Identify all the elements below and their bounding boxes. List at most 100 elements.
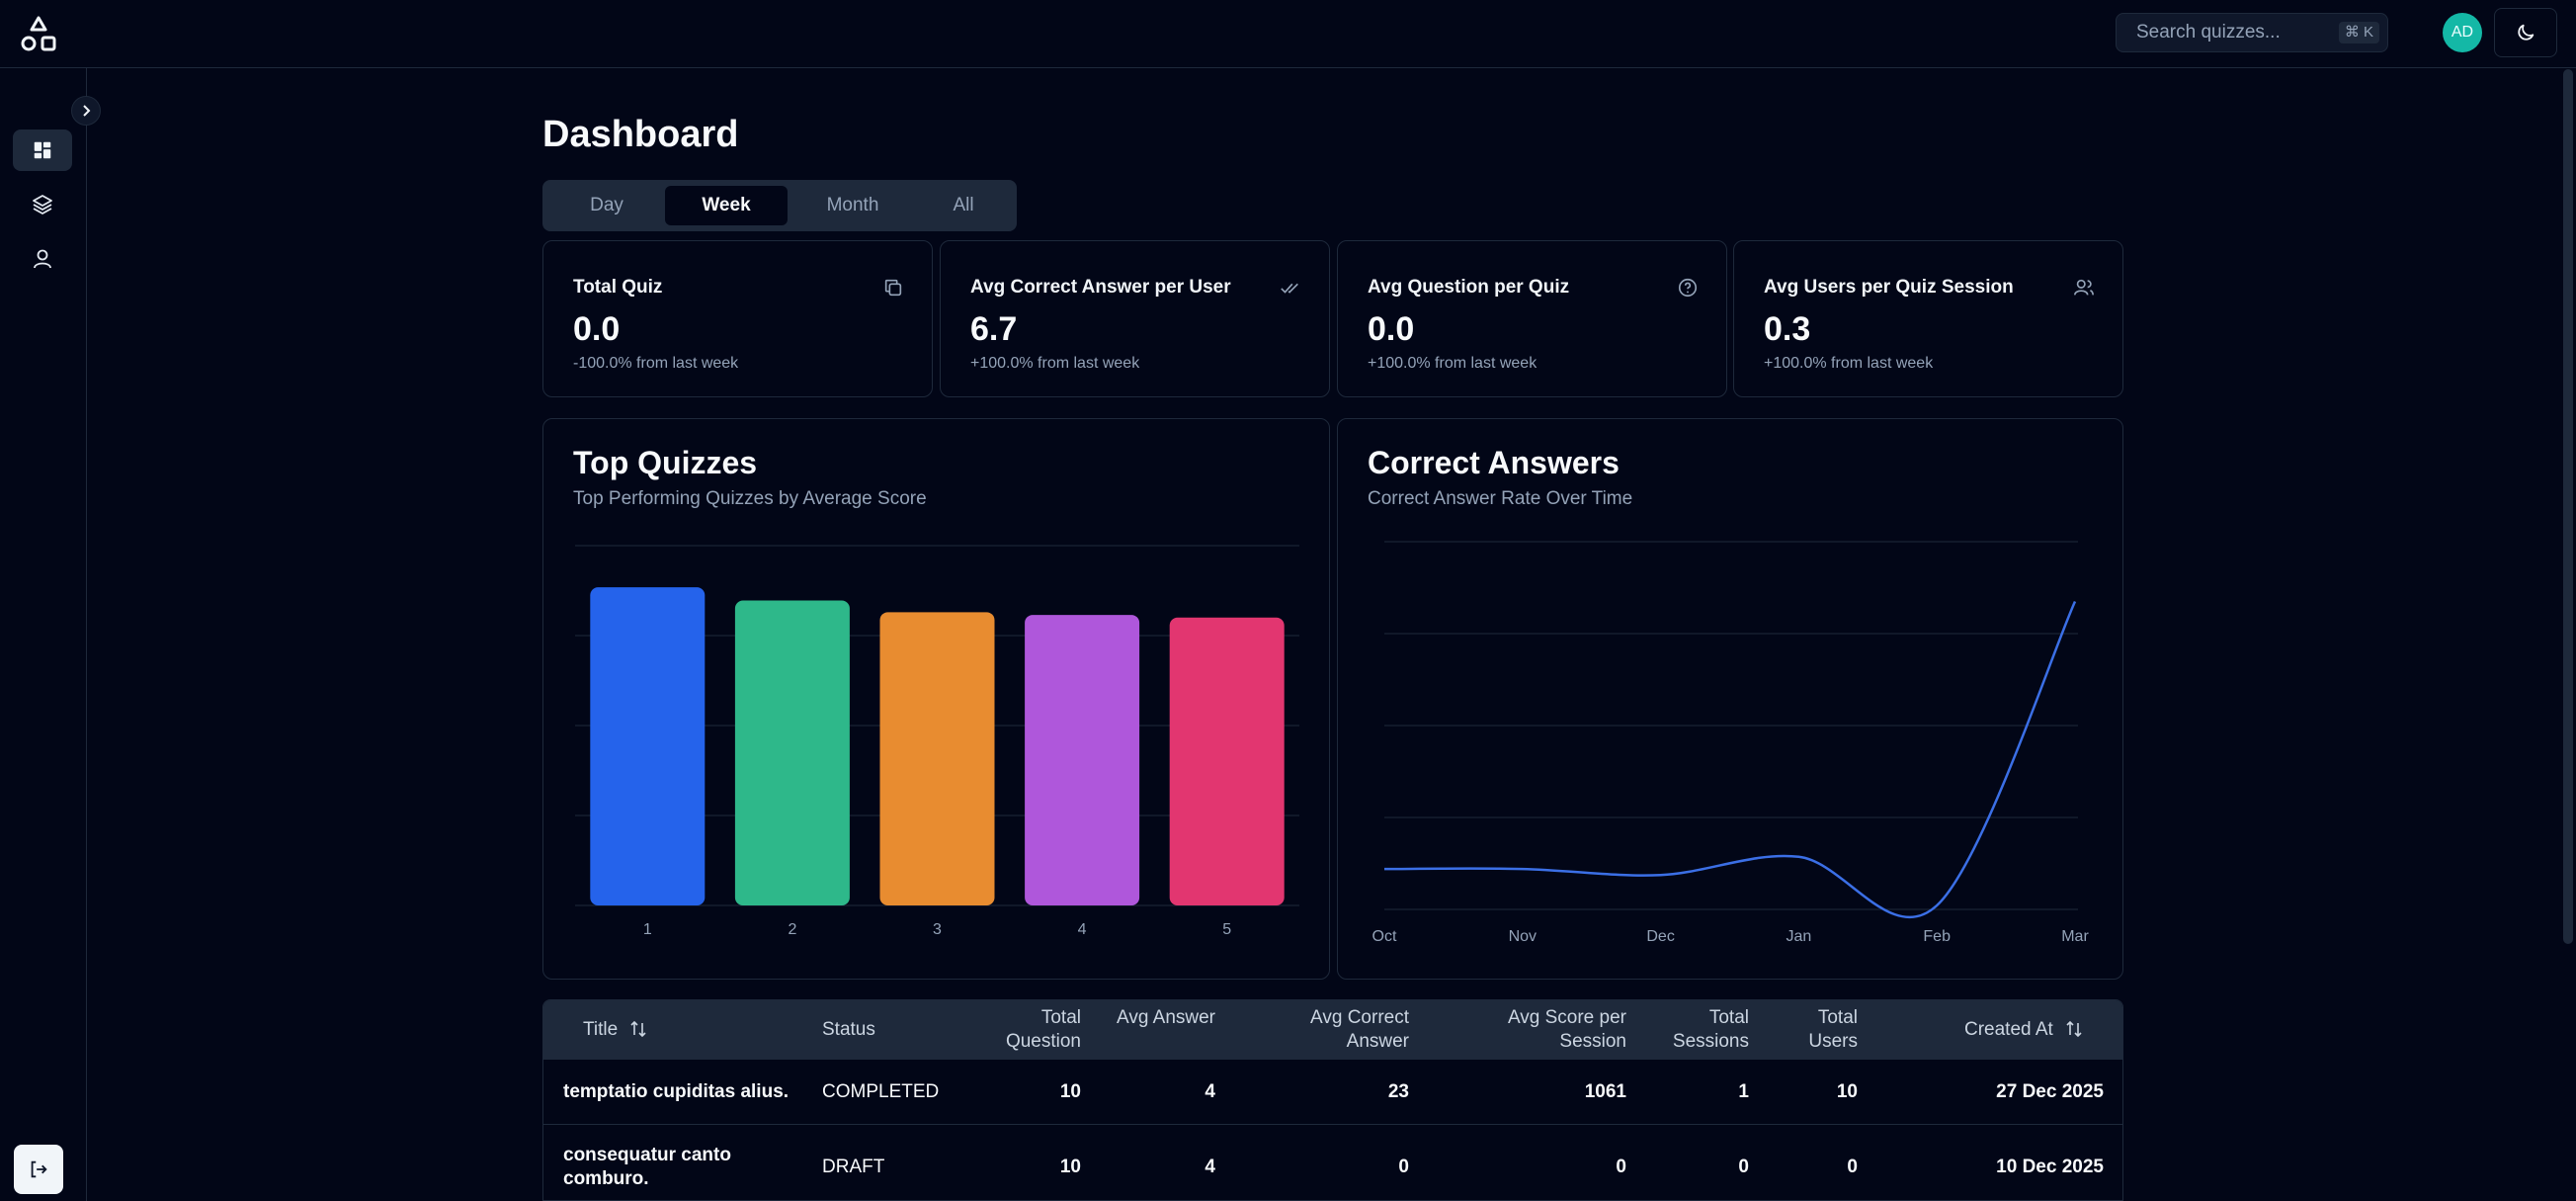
cell-status: DRAFT — [822, 1157, 885, 1177]
stat-delta: +100.0% from last week — [1764, 355, 1934, 372]
cell-avg-correct: 23 — [1387, 1081, 1409, 1102]
x-tick-label: Feb — [1923, 928, 1951, 945]
tab-all[interactable]: All — [918, 186, 1009, 225]
search-box[interactable]: ⌘ K — [2116, 13, 2388, 52]
correct-answers-card: Correct Answers Correct Answer Rate Over… — [1337, 418, 2123, 980]
app-logo-icon[interactable] — [18, 14, 59, 55]
logout-icon — [31, 1160, 47, 1178]
cell-avg-score: 0 — [1616, 1157, 1626, 1177]
sidebar-expand-button[interactable] — [71, 96, 101, 126]
cell-total-question: 10 — [1059, 1157, 1081, 1177]
series-line[interactable] — [1383, 600, 2077, 919]
stat-card-avg-question: Avg Question per Quiz 0.0 +100.0% from l… — [1337, 240, 1727, 397]
column-header-title[interactable]: Title — [583, 1018, 648, 1042]
stat-delta: +100.0% from last week — [1368, 355, 1537, 372]
stat-title: Total Quiz — [573, 277, 663, 298]
scrollbar[interactable] — [2563, 69, 2573, 944]
dashboard-icon — [34, 141, 51, 159]
cell-title: consequatur canto comburo. — [563, 1145, 731, 1189]
help-circle-icon — [1678, 278, 1698, 298]
stat-delta: -100.0% from last week — [573, 355, 739, 372]
cell-total-sessions: 0 — [1738, 1157, 1749, 1177]
cell-avg-answer: 4 — [1205, 1157, 1215, 1177]
page-title: Dashboard — [542, 114, 739, 155]
cell-total-question: 10 — [1059, 1081, 1081, 1102]
stat-title: Avg Users per Quiz Session — [1764, 277, 2014, 298]
cell-total-users: 0 — [1847, 1157, 1858, 1177]
column-header-total-users: Total Users — [1808, 1007, 1858, 1052]
cell-avg-answer: 4 — [1205, 1081, 1215, 1102]
stat-value: 0.0 — [573, 310, 621, 348]
cell-created-at: 10 Dec 2025 — [1996, 1157, 2104, 1177]
correct-answers-line-chart: Oct Nov Dec Jan Feb Mar — [1372, 541, 2089, 945]
x-tick-label: Jan — [1787, 928, 1812, 945]
x-tick-label: Dec — [1646, 928, 1674, 945]
cell-avg-correct: 0 — [1398, 1157, 1409, 1177]
copy-icon — [884, 279, 902, 297]
table-row[interactable]: temptatio cupiditas alius. COMPLETED 10 … — [543, 1060, 2122, 1125]
column-header-status: Status — [822, 1019, 875, 1040]
x-tick-label: Mar — [2061, 928, 2089, 945]
x-tick-label: 4 — [1078, 921, 1087, 938]
column-header-avg-answer: Avg Answer — [1117, 1007, 1215, 1028]
column-header-total-question: Total Question — [1005, 1007, 1081, 1052]
sidebar-item-users[interactable] — [13, 238, 72, 280]
table-header: Title Status Total Question Avg Answer A… — [543, 1000, 2122, 1060]
x-tick-label: 3 — [933, 921, 942, 938]
tab-day[interactable]: Day — [548, 186, 665, 225]
moon-icon — [2518, 24, 2534, 41]
theme-toggle-button[interactable] — [2494, 8, 2557, 57]
stat-value: 6.7 — [970, 310, 1018, 348]
cell-avg-score: 1061 — [1584, 1081, 1626, 1102]
column-header-avg-score: Avg Score per Session — [1507, 1007, 1626, 1052]
search-input[interactable] — [2136, 22, 2334, 43]
stat-card-total-quiz: Total Quiz 0.0 -100.0% from last week — [542, 240, 933, 397]
avatar[interactable]: AD — [2443, 13, 2482, 52]
column-header-created-at[interactable]: Created At — [1964, 1018, 2084, 1042]
tab-month[interactable]: Month — [788, 186, 918, 225]
user-icon — [34, 249, 51, 269]
sort-icon — [630, 1020, 647, 1038]
stat-delta: +100.0% from last week — [970, 355, 1140, 372]
sidebar-item-quizzes[interactable] — [13, 184, 72, 225]
stat-title: Avg Question per Quiz — [1368, 277, 1570, 298]
sort-icon — [2066, 1020, 2082, 1038]
top-quizzes-card: Top Quizzes Top Performing Quizzes by Av… — [542, 418, 1330, 980]
stat-title: Avg Correct Answer per User — [970, 277, 1231, 298]
x-tick-label: 2 — [788, 921, 796, 938]
table-row[interactable]: consequatur canto comburo. DRAFT 10 4 0 … — [543, 1125, 2122, 1200]
column-header-total-sessions: Total Sessions — [1672, 1007, 1749, 1052]
sidebar-item-dashboard[interactable] — [13, 129, 72, 171]
cell-status: COMPLETED — [822, 1081, 940, 1102]
x-tick-label: Nov — [1509, 928, 1537, 945]
period-tabs: Day Week Month All — [542, 180, 1017, 231]
column-header-avg-correct: Avg Correct Answer — [1310, 1007, 1409, 1052]
stat-card-avg-correct: Avg Correct Answer per User 6.7 +100.0% … — [940, 240, 1330, 397]
x-tick-label: 5 — [1222, 921, 1231, 938]
stat-value: 0.3 — [1764, 310, 1811, 348]
cell-total-sessions: 1 — [1738, 1081, 1749, 1102]
tab-week[interactable]: Week — [665, 186, 788, 225]
bar[interactable] — [1169, 617, 1285, 905]
bar[interactable] — [734, 600, 850, 905]
stat-card-avg-users: Avg Users per Quiz Session 0.3 +100.0% f… — [1733, 240, 2123, 397]
bar[interactable] — [879, 612, 995, 905]
users-icon — [2074, 279, 2094, 296]
logout-button[interactable] — [14, 1145, 63, 1194]
bar[interactable] — [590, 587, 706, 905]
chevron-right-icon — [83, 105, 91, 117]
column-label: Title — [583, 1019, 619, 1040]
quiz-table: Title Status Total Question Avg Answer A… — [542, 999, 2123, 1201]
cell-title: temptatio cupiditas alius. — [563, 1081, 789, 1102]
bar[interactable] — [1025, 615, 1140, 905]
cell-total-users: 10 — [1836, 1081, 1858, 1102]
top-quizzes-bar-chart: 1 2 3 4 5 — [575, 545, 1299, 938]
top-bar: ⌘ K AD — [0, 0, 2576, 68]
layers-icon — [33, 195, 52, 214]
search-shortcut: ⌘ K — [2338, 22, 2379, 43]
column-label: Created At — [1964, 1019, 2053, 1040]
x-tick-label: Oct — [1372, 928, 1397, 945]
sidebar — [0, 68, 87, 1201]
cell-created-at: 27 Dec 2025 — [1996, 1081, 2104, 1102]
x-tick-label: 1 — [643, 921, 652, 938]
